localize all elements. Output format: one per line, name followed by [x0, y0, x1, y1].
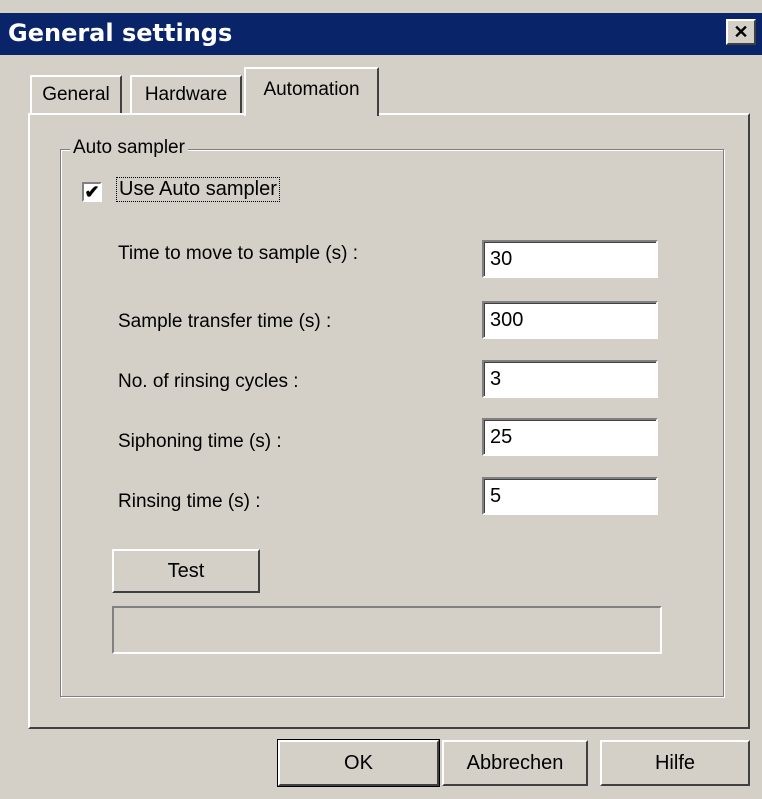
tab-general[interactable]: General	[30, 75, 122, 113]
close-icon: ✕	[733, 22, 749, 42]
tab-hardware-label: Hardware	[144, 84, 228, 105]
cancel-button[interactable]: Abbrechen	[442, 740, 588, 786]
title-bar[interactable]: General settings ✕	[0, 13, 762, 55]
ok-button-label: OK	[344, 751, 373, 774]
tab-automation[interactable]: Automation	[244, 67, 379, 116]
tab-panel	[28, 113, 750, 729]
cancel-button-label: Abbrechen	[466, 751, 564, 774]
tab-general-label: General	[42, 84, 110, 105]
tab-automation-label: Automation	[263, 78, 360, 100]
close-button[interactable]: ✕	[726, 19, 756, 45]
help-button-label: Hilfe	[654, 751, 695, 774]
ok-button[interactable]: OK	[277, 739, 440, 787]
tab-hardware[interactable]: Hardware	[130, 75, 242, 113]
settings-dialog: General settings ✕ General Hardware Auto…	[0, 0, 762, 799]
help-button[interactable]: Hilfe	[600, 740, 750, 786]
window-title: General settings	[8, 19, 233, 47]
